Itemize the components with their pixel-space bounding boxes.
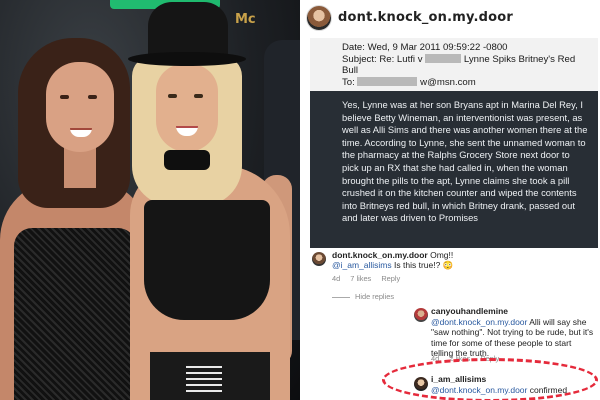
divider-line bbox=[332, 296, 350, 298]
email-date: Date: Wed, 9 Mar 2011 09:59:22 -0800 bbox=[342, 42, 508, 53]
redaction-bar bbox=[357, 77, 418, 87]
woman-left-eye bbox=[60, 95, 69, 99]
comment-age: 4d bbox=[332, 274, 341, 283]
black-hat-brim bbox=[128, 52, 246, 66]
red-carpet-photo: Mc bbox=[0, 0, 300, 400]
post-header: dont.knock_on.my.door bbox=[300, 0, 600, 34]
reply-button[interactable]: Reply bbox=[381, 274, 400, 283]
hide-replies-label: Hide replies bbox=[355, 292, 395, 301]
email-screenshot: Date: Wed, 9 Mar 2011 09:59:22 -0800 Sub… bbox=[310, 38, 598, 248]
comment-username[interactable]: dont.knock_on.my.door bbox=[332, 250, 428, 260]
comment-text: Is this true!? 😳 bbox=[394, 260, 454, 270]
email-body: Yes, Lynne was at her son Bryans apt in … bbox=[310, 91, 598, 231]
neck-scarf bbox=[164, 150, 210, 170]
email-to-prefix: To: bbox=[342, 76, 355, 88]
red-highlight-oval bbox=[382, 358, 598, 400]
email-subject: Subject: Re: Lutfi v Lynne Spiks Britney… bbox=[342, 54, 590, 66]
woman-left-face bbox=[46, 62, 114, 152]
email-body-text: Yes, Lynne was at her son Bryans apt in … bbox=[342, 99, 588, 224]
post-username[interactable]: dont.knock_on.my.door bbox=[338, 10, 513, 25]
woman-left-eye bbox=[88, 95, 97, 99]
commenter-avatar[interactable] bbox=[414, 308, 428, 322]
comment-1-meta: 4d 7 likes Reply bbox=[332, 274, 408, 283]
black-halter-top bbox=[144, 200, 270, 320]
woman-left-lace-dress bbox=[14, 228, 136, 400]
lace-up-waist bbox=[186, 362, 222, 396]
comment-1: dont.knock_on.my.door Omg!! @i_am_allisi… bbox=[332, 250, 594, 270]
comment-mention[interactable]: @i_am_allisims bbox=[332, 260, 392, 270]
commenter-avatar[interactable] bbox=[312, 252, 326, 266]
comment-2: canyouhandlemine @dont.knock_on.my.door … bbox=[431, 306, 594, 359]
comment-username[interactable]: canyouhandlemine bbox=[431, 306, 508, 316]
email-subject-rest: Lynne Spiks Britney's Red bbox=[463, 53, 576, 65]
email-subject-end: Bull bbox=[342, 65, 358, 76]
woman-right-face bbox=[156, 64, 218, 152]
comment-mention[interactable]: @dont.knock_on.my.door bbox=[431, 317, 527, 327]
redaction-bar bbox=[425, 54, 462, 64]
email-to-address: w@msn.com bbox=[420, 76, 476, 88]
background-sign-text: Mc bbox=[235, 12, 256, 27]
email-to: To: w@msn.com bbox=[342, 77, 590, 89]
woman-right-eye bbox=[168, 94, 177, 98]
comment-likes[interactable]: 7 likes bbox=[350, 274, 371, 283]
profile-avatar[interactable] bbox=[306, 5, 332, 31]
woman-right-eye bbox=[194, 94, 203, 98]
comment-text: Omg!! bbox=[430, 250, 454, 260]
hide-replies-button[interactable]: Hide replies bbox=[332, 292, 402, 301]
woman-left-neck bbox=[64, 148, 96, 188]
instagram-post: dont.knock_on.my.door Date: Wed, 9 Mar 2… bbox=[300, 0, 600, 400]
email-header: Date: Wed, 9 Mar 2011 09:59:22 -0800 Sub… bbox=[310, 38, 598, 91]
email-subject-prefix: Subject: Re: Lutfi v bbox=[342, 53, 423, 65]
